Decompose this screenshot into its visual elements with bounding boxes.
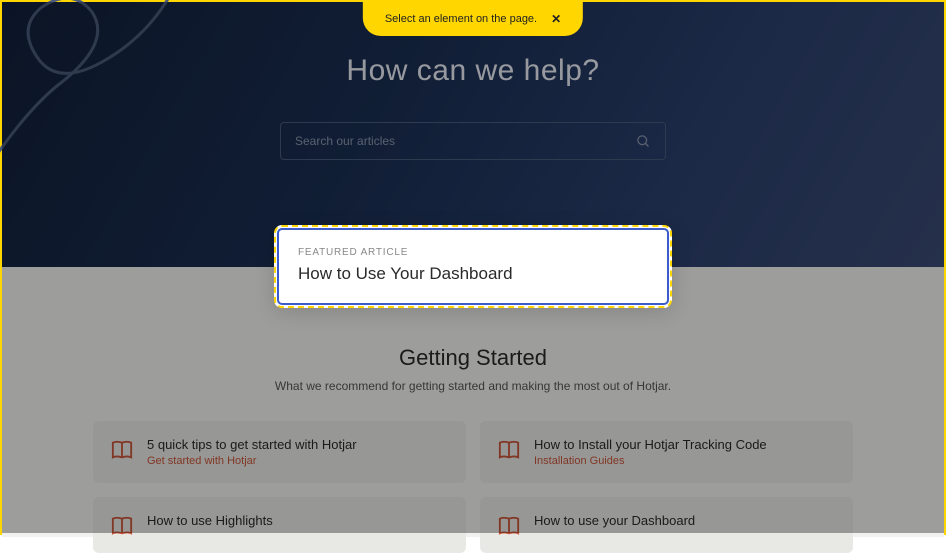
section-title: Getting Started [2,345,944,371]
help-card[interactable]: How to use your Dashboard [480,497,853,553]
book-icon [498,439,520,461]
featured-article-card[interactable]: FEATURED ARTICLE How to Use Your Dashboa… [274,225,672,308]
card-title: How to use Highlights [147,513,273,528]
book-icon [111,515,133,537]
help-card[interactable]: How to Install your Hotjar Tracking Code… [480,421,853,483]
featured-label: FEATURED ARTICLE [298,247,648,258]
cards-grid: 5 quick tips to get started with Hotjar … [93,421,853,553]
card-title: How to use your Dashboard [534,513,695,528]
search-wrap[interactable] [280,122,666,160]
banner-text: Select an element on the page. [385,13,537,25]
hero-title: How can we help? [346,54,599,88]
selector-banner: Select an element on the page. ✕ [363,2,583,36]
section-subtitle: What we recommend for getting started an… [2,379,944,393]
card-title: How to Install your Hotjar Tracking Code [534,437,767,452]
swirl-decoration [0,0,182,202]
search-input[interactable] [295,134,636,148]
book-icon [111,439,133,461]
card-sub: Get started with Hotjar [147,455,357,467]
card-sub: Installation Guides [534,455,767,467]
featured-title: How to Use Your Dashboard [298,264,648,284]
close-icon[interactable]: ✕ [551,12,561,26]
search-icon [636,134,651,149]
help-card[interactable]: How to use Highlights [93,497,466,553]
book-icon [498,515,520,537]
card-title: 5 quick tips to get started with Hotjar [147,437,357,452]
help-card[interactable]: 5 quick tips to get started with Hotjar … [93,421,466,483]
